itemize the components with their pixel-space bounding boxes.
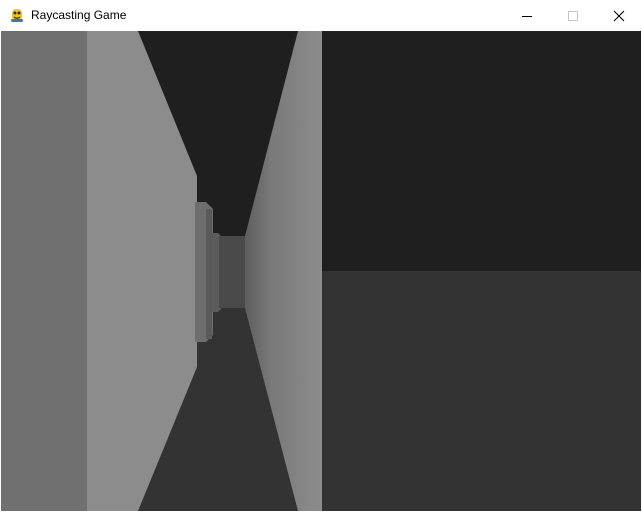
window-title: Raycasting Game <box>31 8 127 22</box>
left-near-wall <box>1 31 87 511</box>
game-viewport[interactable] <box>1 31 641 511</box>
maximize-icon <box>568 10 578 21</box>
minimize-button[interactable] <box>504 0 550 31</box>
raycast-scene <box>1 31 641 511</box>
title-bar[interactable]: Raycasting Game <box>0 0 642 31</box>
open-floor <box>322 271 641 511</box>
close-icon <box>613 10 625 21</box>
open-ceiling <box>322 31 641 271</box>
minimize-icon <box>522 15 532 17</box>
app-window: Raycasting Game <box>0 0 642 512</box>
close-button[interactable] <box>596 0 642 31</box>
left-door-inner <box>206 209 212 339</box>
maximize-button[interactable] <box>550 0 596 31</box>
far-end-wall <box>219 236 245 308</box>
pygame-snake-icon <box>11 9 23 22</box>
